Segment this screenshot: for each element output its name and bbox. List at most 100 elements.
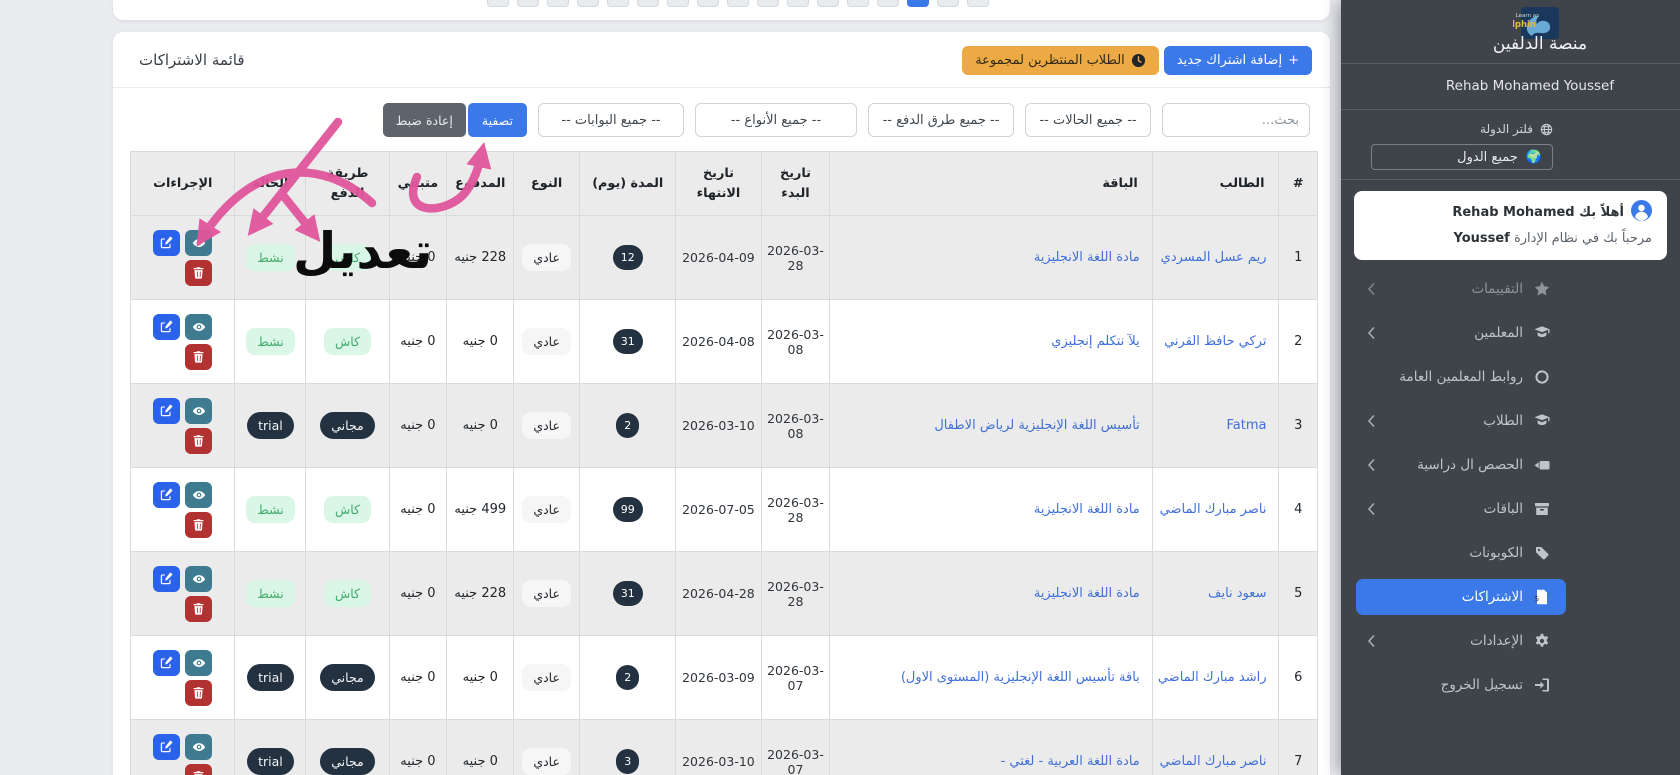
cell-paid: 499 جنيه	[447, 468, 514, 552]
pagination-page-stub[interactable]	[607, 0, 629, 7]
pagination-page-stub[interactable]	[697, 0, 719, 7]
cell-package: تأسيس اللغة الإنجليزية لرياض الاطفال	[830, 384, 1152, 468]
sidebar-item-1[interactable]: المعلمين	[1356, 315, 1566, 351]
view-button[interactable]	[185, 482, 212, 508]
delete-button[interactable]	[185, 680, 212, 706]
pagination-page-stub[interactable]	[727, 0, 749, 7]
edit-button[interactable]	[153, 650, 180, 676]
sidebar-item-2[interactable]: روابط المعلمين العامة	[1356, 359, 1566, 395]
pagination-page-stub[interactable]	[787, 0, 809, 7]
cell-end-date: 2026-03-09	[676, 636, 761, 720]
student-link[interactable]: تركي حافظ القرني	[1164, 334, 1266, 349]
package-link[interactable]: باقة تأسيس اللغة الإنجليزية (المستوى الا…	[901, 670, 1140, 685]
filter-button[interactable]: تصفية	[468, 103, 527, 137]
status-pill: trial	[247, 412, 294, 439]
view-button[interactable]	[185, 314, 212, 340]
sidebar-item-8[interactable]: الإعدادات	[1356, 623, 1566, 659]
filter-select-1[interactable]: -- جميع طرق الدفع --	[868, 103, 1014, 137]
cell-student: ريم عسل المسردي	[1152, 216, 1279, 300]
edit-button[interactable]	[153, 482, 180, 508]
table-row: 7 ناصر مبارك الماضي مادة اللغة العربية -…	[131, 720, 1318, 775]
pagination-page-stub[interactable]	[637, 0, 659, 7]
sidebar-item-7[interactable]: $الاشتراكات	[1356, 579, 1566, 615]
pagination-page-stub[interactable]	[487, 0, 509, 7]
edit-button[interactable]	[153, 566, 180, 592]
add-subscription-button[interactable]: + إضافة اشتراك جديد	[1164, 46, 1312, 75]
edit-button[interactable]	[153, 314, 180, 340]
sidebar-item-3[interactable]: الطلاب	[1356, 403, 1566, 439]
waiting-students-button[interactable]: الطلاب المنتظرين لمجموعة	[962, 46, 1159, 75]
sidebar-item-0[interactable]: التقييمات	[1356, 271, 1566, 307]
filter-selects: -- جميع الحالات -- -- جميع طرق الدفع -- --…	[538, 103, 1151, 137]
subscriptions-card: + إضافة اشتراك جديد الطلاب المنتظرين لمج…	[113, 32, 1330, 775]
student-link[interactable]: سعود نايف	[1208, 586, 1266, 601]
pagination-page-stub[interactable]	[937, 0, 959, 7]
pagination-page-stub[interactable]	[517, 0, 539, 7]
package-link[interactable]: يلآ نتكلم إنجليزي	[1051, 334, 1140, 349]
sidebar-item-4[interactable]: الحصص ال دراسية	[1356, 447, 1566, 483]
student-link[interactable]: ناصر مبارك الماضي	[1160, 502, 1267, 517]
cell-package: مادة اللغة العربية - لغتي -	[830, 720, 1152, 775]
payment-pill: كاش	[324, 580, 371, 607]
cell-start-date: 2026-03-08	[761, 300, 830, 384]
cell-actions	[131, 552, 235, 636]
pagination-page-stub[interactable]	[967, 0, 989, 7]
package-link[interactable]: تأسيس اللغة الإنجليزية لرياض الاطفال	[934, 418, 1139, 433]
search-input[interactable]	[1162, 103, 1310, 137]
app-logo[interactable]: Learn as Dolphin منصة الدلفين	[1400, 6, 1680, 54]
filter-select-0[interactable]: -- جميع الحالات --	[1025, 103, 1151, 137]
sidebar-item-5[interactable]: الباقات	[1356, 491, 1566, 527]
package-link[interactable]: مادة اللغة الانجليزية	[1034, 250, 1140, 265]
student-link[interactable]: ريم عسل المسردي	[1161, 250, 1267, 265]
cell-actions	[131, 636, 235, 720]
cell-remaining: 0 جنيه	[389, 720, 447, 775]
view-button[interactable]	[185, 650, 212, 676]
delete-button[interactable]	[185, 428, 212, 454]
reset-button[interactable]: إعادة ضبط	[383, 103, 466, 137]
view-button[interactable]	[185, 734, 212, 760]
cell-status: نشط	[235, 552, 306, 636]
student-link[interactable]: راشد مبارك الماضي	[1158, 670, 1267, 685]
sidebar-item-label: الاشتراكات	[1462, 589, 1523, 605]
pagination-page-stub[interactable]	[577, 0, 599, 7]
pagination-page-stub[interactable]	[667, 0, 689, 7]
delete-button[interactable]	[185, 344, 212, 370]
cell-end-date: 2026-07-05	[676, 468, 761, 552]
payment-pill: كاش	[324, 244, 371, 271]
delete-button[interactable]	[185, 260, 212, 286]
pagination-page-stub[interactable]	[847, 0, 869, 7]
sidebar-item-6[interactable]: الكوبونات	[1356, 535, 1566, 571]
svg-text:Learn as: Learn as	[1516, 13, 1539, 19]
sidebar-item-9[interactable]: تسجيل الخروج	[1356, 667, 1566, 703]
view-button[interactable]	[185, 230, 212, 256]
pagination-page-stub[interactable]	[877, 0, 899, 7]
filter-select-3[interactable]: -- جميع البوابات --	[538, 103, 684, 137]
duration-badge: 99	[613, 497, 643, 522]
filter-select-2[interactable]: -- جميع الأنواع --	[695, 103, 857, 137]
pagination-page-stub[interactable]	[547, 0, 569, 7]
edit-button[interactable]	[153, 230, 180, 256]
country-select[interactable]: 🌍 جميع الدول	[1371, 144, 1553, 170]
delete-button[interactable]	[185, 596, 212, 622]
cell-index: 5	[1279, 552, 1318, 636]
package-link[interactable]: مادة اللغة الانجليزية	[1034, 586, 1140, 601]
payment-pill: كاش	[324, 496, 371, 523]
cell-end-date: 2026-03-10	[676, 720, 761, 775]
delete-button[interactable]	[185, 512, 212, 538]
edit-button[interactable]	[153, 734, 180, 760]
pagination-page-stub[interactable]	[817, 0, 839, 7]
package-link[interactable]: مادة اللغة الانجليزية	[1034, 502, 1140, 517]
student-link[interactable]: Fatma	[1227, 418, 1267, 433]
column-header-8: متبقي	[389, 152, 447, 216]
view-button[interactable]	[185, 398, 212, 424]
pagination-page-stub[interactable]	[907, 0, 929, 7]
payment-pill: مجاني	[320, 664, 374, 691]
package-link[interactable]: مادة اللغة العربية - لغتي -	[1001, 754, 1140, 769]
header-buttons: + إضافة اشتراك جديد الطلاب المنتظرين لمج…	[962, 46, 1312, 75]
view-button[interactable]	[185, 566, 212, 592]
edit-button[interactable]	[153, 398, 180, 424]
delete-button[interactable]	[185, 764, 212, 775]
status-pill: trial	[247, 664, 294, 691]
student-link[interactable]: ناصر مبارك الماضي	[1160, 754, 1267, 769]
pagination-page-stub[interactable]	[757, 0, 779, 7]
